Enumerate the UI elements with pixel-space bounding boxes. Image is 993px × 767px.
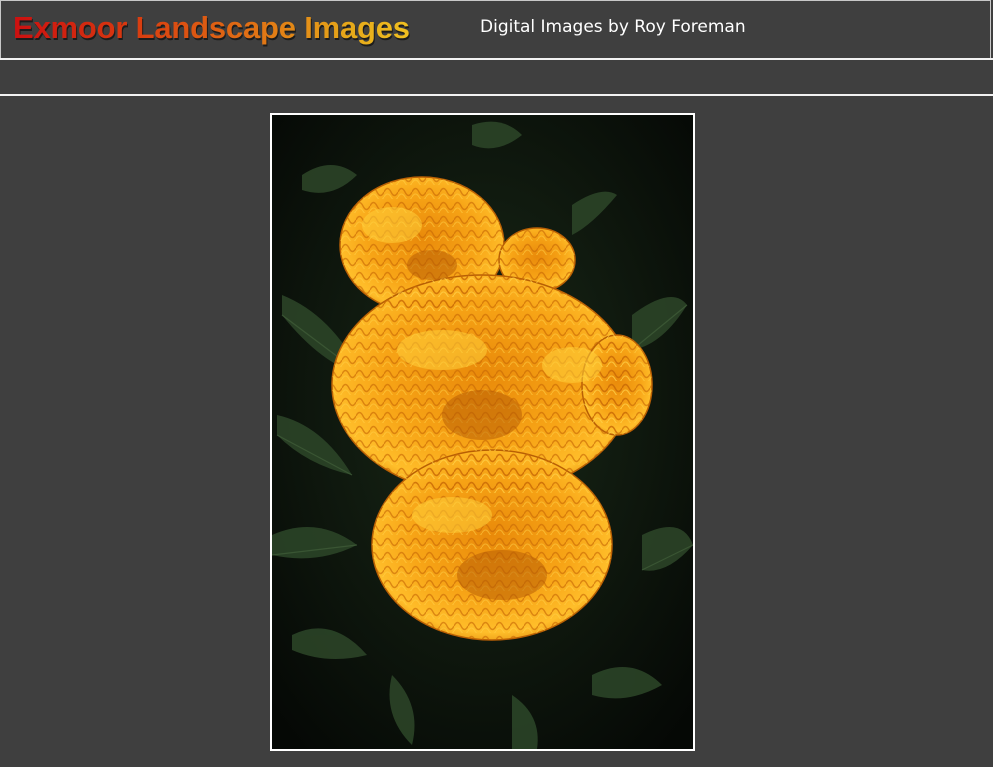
- site-subtitle: Digital Images by Roy Foreman: [480, 17, 746, 37]
- nav-divider: [0, 94, 993, 96]
- marigold-flower-image: [272, 115, 693, 749]
- photo-frame[interactable]: [270, 113, 695, 751]
- site-title[interactable]: Exmoor Landscape Images: [13, 10, 410, 46]
- nav-bar: [0, 60, 993, 94]
- page: Exmoor Landscape Images Digital Images b…: [0, 0, 993, 767]
- site-header: Exmoor Landscape Images Digital Images b…: [0, 0, 991, 58]
